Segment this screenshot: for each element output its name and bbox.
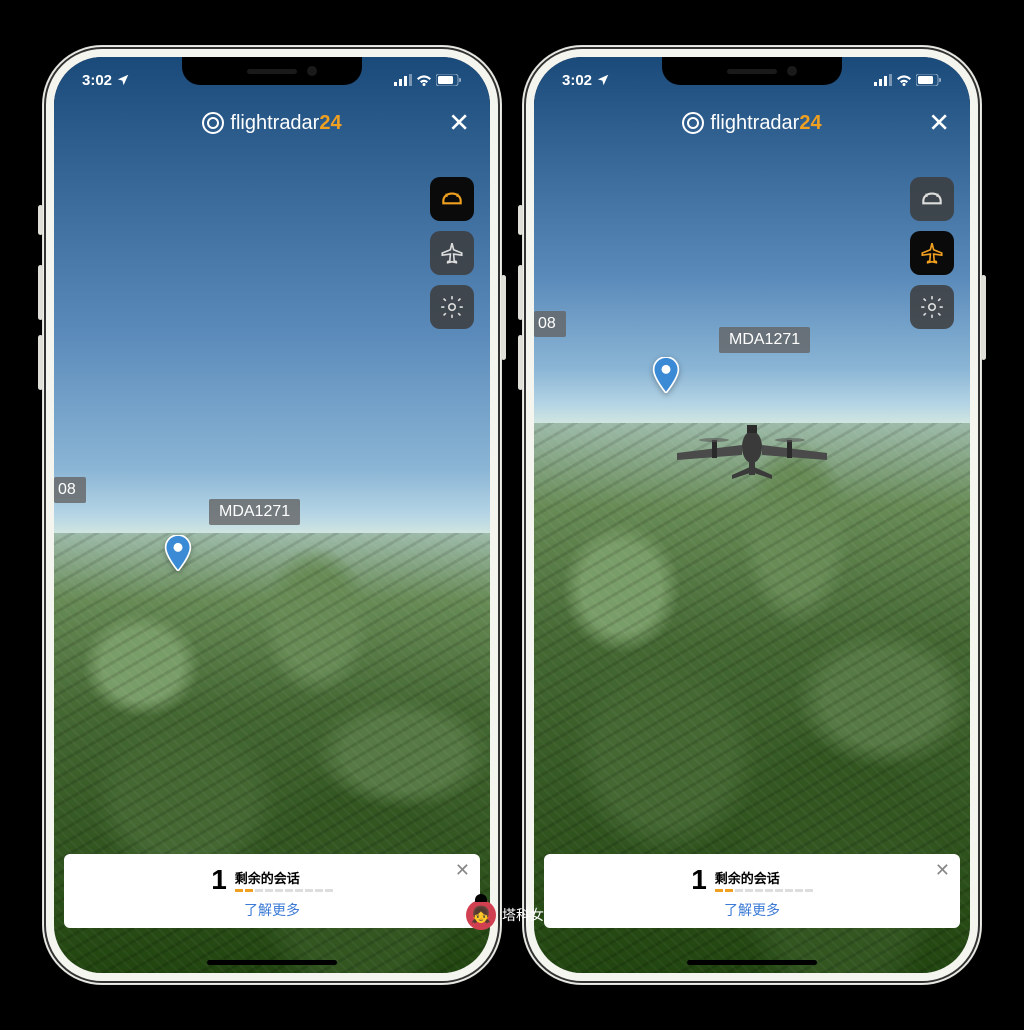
cockpit-view-button[interactable] [910, 177, 954, 221]
volume-up [518, 265, 523, 320]
view-toolbar [910, 177, 954, 329]
location-pin[interactable] [652, 357, 680, 398]
session-count: 1 [211, 864, 227, 896]
learn-more-link[interactable]: 了解更多 [78, 900, 466, 920]
power-button [981, 275, 986, 360]
settings-button[interactable] [910, 285, 954, 329]
volume-down [518, 335, 523, 390]
home-indicator[interactable] [207, 960, 337, 965]
status-time: 3:02 [562, 72, 592, 89]
signal-icon [394, 74, 412, 86]
radar-icon [202, 112, 224, 134]
card-close-button[interactable]: ✕ [935, 860, 950, 881]
volume-up [38, 265, 43, 320]
location-pin[interactable] [164, 535, 192, 576]
progress-indicator [235, 889, 333, 892]
session-count: 1 [691, 864, 707, 896]
watermark-text: 塔科女子 [502, 905, 558, 925]
radar-icon [682, 112, 704, 134]
session-card: ✕ 1 剩余的会话 了解更多 [544, 854, 960, 928]
screen: 3:02 flightradar24 ✕ [54, 57, 490, 973]
plane-icon [439, 240, 465, 266]
power-button [501, 275, 506, 360]
gear-icon [919, 294, 945, 320]
flight-label-partial[interactable]: 08 [54, 477, 86, 503]
aircraft-3d [662, 405, 842, 500]
session-title: 剩余的会话 [715, 868, 813, 887]
volume-down [38, 335, 43, 390]
mute-switch [518, 205, 523, 235]
close-button[interactable]: ✕ [448, 108, 470, 139]
cockpit-icon [919, 186, 945, 212]
cockpit-view-button[interactable] [430, 177, 474, 221]
close-button[interactable]: ✕ [928, 108, 950, 139]
watermark: 👧 塔科女子 [466, 900, 558, 930]
session-card: ✕ 1 剩余的会话 了解更多 [64, 854, 480, 928]
wifi-icon [896, 74, 912, 86]
battery-icon [916, 74, 942, 86]
view-toolbar [430, 177, 474, 329]
pin-icon [164, 535, 192, 571]
plane-follow-button[interactable] [910, 231, 954, 275]
settings-button[interactable] [430, 285, 474, 329]
progress-indicator [715, 889, 813, 892]
card-close-button[interactable]: ✕ [455, 860, 470, 881]
app-logo: flightradar24 [682, 112, 821, 135]
learn-more-link[interactable]: 了解更多 [558, 900, 946, 920]
location-arrow-icon [596, 73, 610, 87]
status-time: 3:02 [82, 72, 112, 89]
flight-label-partial[interactable]: 08 [534, 311, 566, 337]
home-indicator[interactable] [687, 960, 817, 965]
session-title: 剩余的会话 [235, 868, 333, 887]
phone-left: 3:02 flightradar24 ✕ [42, 45, 502, 985]
battery-icon [436, 74, 462, 86]
aircraft-icon [662, 405, 842, 495]
cockpit-icon [439, 186, 465, 212]
screen: 3:02 flightradar24 ✕ [534, 57, 970, 973]
pin-icon [652, 357, 680, 393]
plane-follow-button[interactable] [430, 231, 474, 275]
location-arrow-icon [116, 73, 130, 87]
gear-icon [439, 294, 465, 320]
flight-label-main[interactable]: MDA1271 [719, 327, 810, 353]
app-header: flightradar24 ✕ [534, 97, 970, 149]
notch [182, 57, 362, 85]
notch [662, 57, 842, 85]
signal-icon [874, 74, 892, 86]
plane-icon [919, 240, 945, 266]
watermark-avatar-icon: 👧 [466, 900, 496, 930]
flight-label-main[interactable]: MDA1271 [209, 499, 300, 525]
phone-right: 3:02 flightradar24 ✕ [522, 45, 982, 985]
wifi-icon [416, 74, 432, 86]
app-logo: flightradar24 [202, 112, 341, 135]
app-header: flightradar24 ✕ [54, 97, 490, 149]
mute-switch [38, 205, 43, 235]
